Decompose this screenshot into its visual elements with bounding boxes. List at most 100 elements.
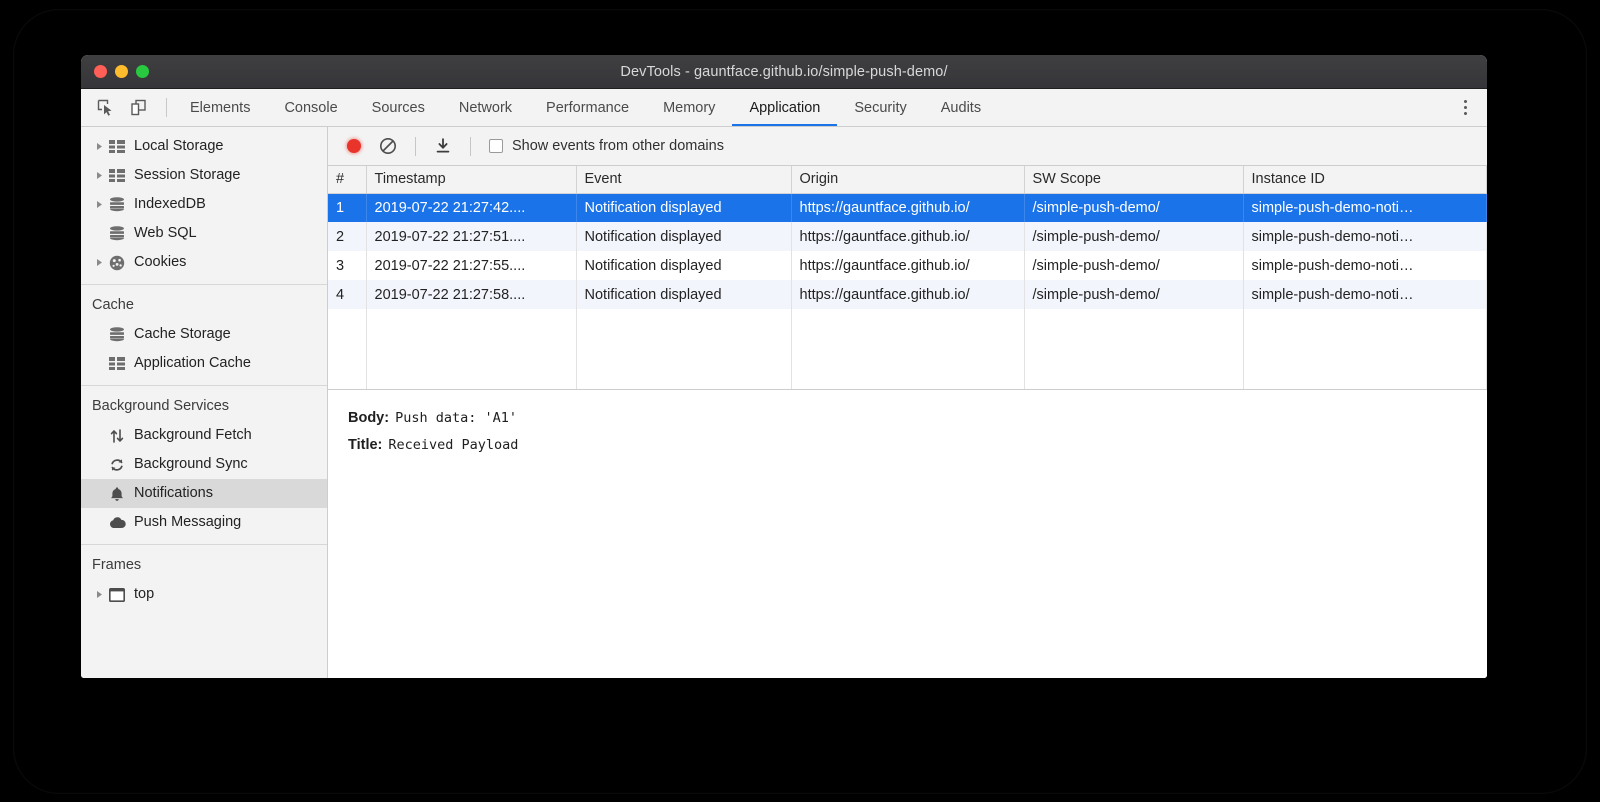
table-row[interactable]: 2 2019-07-22 21:27:51.... Notification d…: [328, 222, 1487, 251]
maximize-window-button[interactable]: [136, 65, 149, 78]
events-table-container[interactable]: # Timestamp Event Origin SW Scope Instan…: [328, 166, 1487, 390]
table-row-empty: [328, 309, 1487, 338]
sidebar-item-background-fetch[interactable]: Background Fetch: [81, 421, 327, 450]
toolbar-separator: [415, 137, 416, 156]
more-options-icon[interactable]: [1453, 96, 1477, 120]
tab-sources[interactable]: Sources: [355, 89, 442, 126]
cell-sw-scope: /simple-push-demo/: [1024, 280, 1243, 309]
detail-key: Body:: [348, 410, 389, 426]
detail-key: Title:: [348, 437, 382, 453]
screenshot-root: DevTools - gauntface.github.io/simple-pu…: [0, 0, 1600, 802]
record-icon: [347, 139, 361, 153]
table-row[interactable]: 4 2019-07-22 21:27:58.... Notification d…: [328, 280, 1487, 309]
sidebar-item-cookies[interactable]: Cookies: [81, 248, 327, 277]
tab-label: Network: [459, 100, 512, 116]
cell-sw-scope: /simple-push-demo/: [1024, 251, 1243, 280]
bell-icon: [106, 486, 128, 502]
chevron-right-icon[interactable]: [92, 200, 106, 209]
clear-button[interactable]: [373, 132, 403, 160]
inspect-element-icon[interactable]: [93, 96, 117, 120]
sidebar-item-label: Notifications: [134, 486, 213, 501]
sidebar-item-application-cache[interactable]: Application Cache: [81, 349, 327, 378]
panel-toolbar: Show events from other domains: [328, 127, 1487, 166]
tab-audits[interactable]: Audits: [924, 89, 998, 126]
tab-bar-right: [1440, 89, 1487, 126]
sidebar-item-web-sql[interactable]: Web SQL: [81, 219, 327, 248]
tab-memory[interactable]: Memory: [646, 89, 732, 126]
database-icon: [106, 226, 128, 241]
events-table-head: # Timestamp Event Origin SW Scope Instan…: [328, 166, 1487, 193]
cloud-icon: [106, 516, 128, 529]
cell-sw-scope: /simple-push-demo/: [1024, 193, 1243, 222]
tab-elements[interactable]: Elements: [173, 89, 267, 126]
sidebar-background-services-section: Background Services Background Fetch: [81, 386, 327, 537]
column-header-event[interactable]: Event: [576, 166, 791, 193]
close-window-button[interactable]: [94, 65, 107, 78]
application-sidebar: Local Storage Ses: [81, 127, 328, 678]
sidebar-item-label: Background Fetch: [134, 428, 252, 443]
sidebar-item-label: Cache Storage: [134, 327, 231, 342]
cell-number: 3: [328, 251, 366, 280]
checkbox-box-icon[interactable]: [489, 139, 503, 153]
tab-label: Audits: [941, 100, 981, 116]
tab-console[interactable]: Console: [267, 89, 354, 126]
sidebar-item-session-storage[interactable]: Session Storage: [81, 161, 327, 190]
tab-application[interactable]: Application: [732, 89, 837, 126]
tab-label: Console: [284, 100, 337, 116]
sidebar-storage-section: Local Storage Ses: [81, 132, 327, 277]
sidebar-item-indexeddb[interactable]: IndexedDB: [81, 190, 327, 219]
devtools-tab-bar: Elements Console Sources Network Perform…: [81, 89, 1487, 127]
sidebar-section-title-cache: Cache: [81, 285, 327, 320]
column-header-instance-id[interactable]: Instance ID: [1243, 166, 1487, 193]
record-button[interactable]: [339, 132, 369, 160]
show-other-domains-checkbox[interactable]: Show events from other domains: [489, 138, 724, 154]
sidebar-item-push-messaging[interactable]: Push Messaging: [81, 508, 327, 537]
cell-event: Notification displayed: [576, 251, 791, 280]
download-icon: [434, 137, 452, 155]
sidebar-item-top-frame[interactable]: top: [81, 580, 327, 609]
sidebar-item-label: top: [134, 587, 154, 602]
cell-timestamp: 2019-07-22 21:27:42....: [366, 193, 576, 222]
cell-number: 4: [328, 280, 366, 309]
chevron-right-icon[interactable]: [92, 590, 106, 599]
chevron-right-icon[interactable]: [92, 142, 106, 151]
cell-timestamp: 2019-07-22 21:27:58....: [366, 280, 576, 309]
minimize-window-button[interactable]: [115, 65, 128, 78]
device-toolbar-icon[interactable]: [126, 96, 150, 120]
tab-security[interactable]: Security: [837, 89, 923, 126]
devtools-body: Local Storage Ses: [81, 127, 1487, 678]
cell-instance-id: simple-push-demo-noti…: [1243, 251, 1487, 280]
tab-network[interactable]: Network: [442, 89, 529, 126]
cookie-icon: [106, 255, 128, 271]
column-header-timestamp[interactable]: Timestamp: [366, 166, 576, 193]
updown-arrows-icon: [106, 428, 128, 444]
tab-performance[interactable]: Performance: [529, 89, 646, 126]
table-row[interactable]: 3 2019-07-22 21:27:55.... Notification d…: [328, 251, 1487, 280]
column-header-sw-scope[interactable]: SW Scope: [1024, 166, 1243, 193]
table-icon: [106, 169, 128, 183]
cell-instance-id: simple-push-demo-noti…: [1243, 222, 1487, 251]
sidebar-item-local-storage[interactable]: Local Storage: [81, 132, 327, 161]
detail-row-title: Title: Received Payload: [348, 437, 1487, 453]
tab-bar-tools: [81, 89, 160, 126]
database-icon: [106, 197, 128, 212]
events-table-body: 1 2019-07-22 21:27:42.... Notification d…: [328, 193, 1487, 390]
cell-origin: https://gauntface.github.io/: [791, 193, 1024, 222]
sidebar-item-background-sync[interactable]: Background Sync: [81, 450, 327, 479]
sidebar-item-cache-storage[interactable]: Cache Storage: [81, 320, 327, 349]
table-row-empty: [328, 338, 1487, 367]
sidebar-item-label: Web SQL: [134, 226, 197, 241]
detail-value: Received Payload: [388, 437, 518, 453]
export-button[interactable]: [428, 132, 458, 160]
table-row[interactable]: 1 2019-07-22 21:27:42.... Notification d…: [328, 193, 1487, 222]
traffic-light-controls[interactable]: [94, 65, 149, 78]
sidebar-item-notifications[interactable]: Notifications: [81, 479, 327, 508]
cell-instance-id: simple-push-demo-noti…: [1243, 280, 1487, 309]
chevron-right-icon[interactable]: [92, 258, 106, 267]
cell-event: Notification displayed: [576, 193, 791, 222]
column-header-origin[interactable]: Origin: [791, 166, 1024, 193]
chevron-right-icon[interactable]: [92, 171, 106, 180]
tab-label: Memory: [663, 100, 715, 116]
notifications-panel: Show events from other domains # T: [328, 127, 1487, 678]
column-header-number[interactable]: #: [328, 166, 366, 193]
